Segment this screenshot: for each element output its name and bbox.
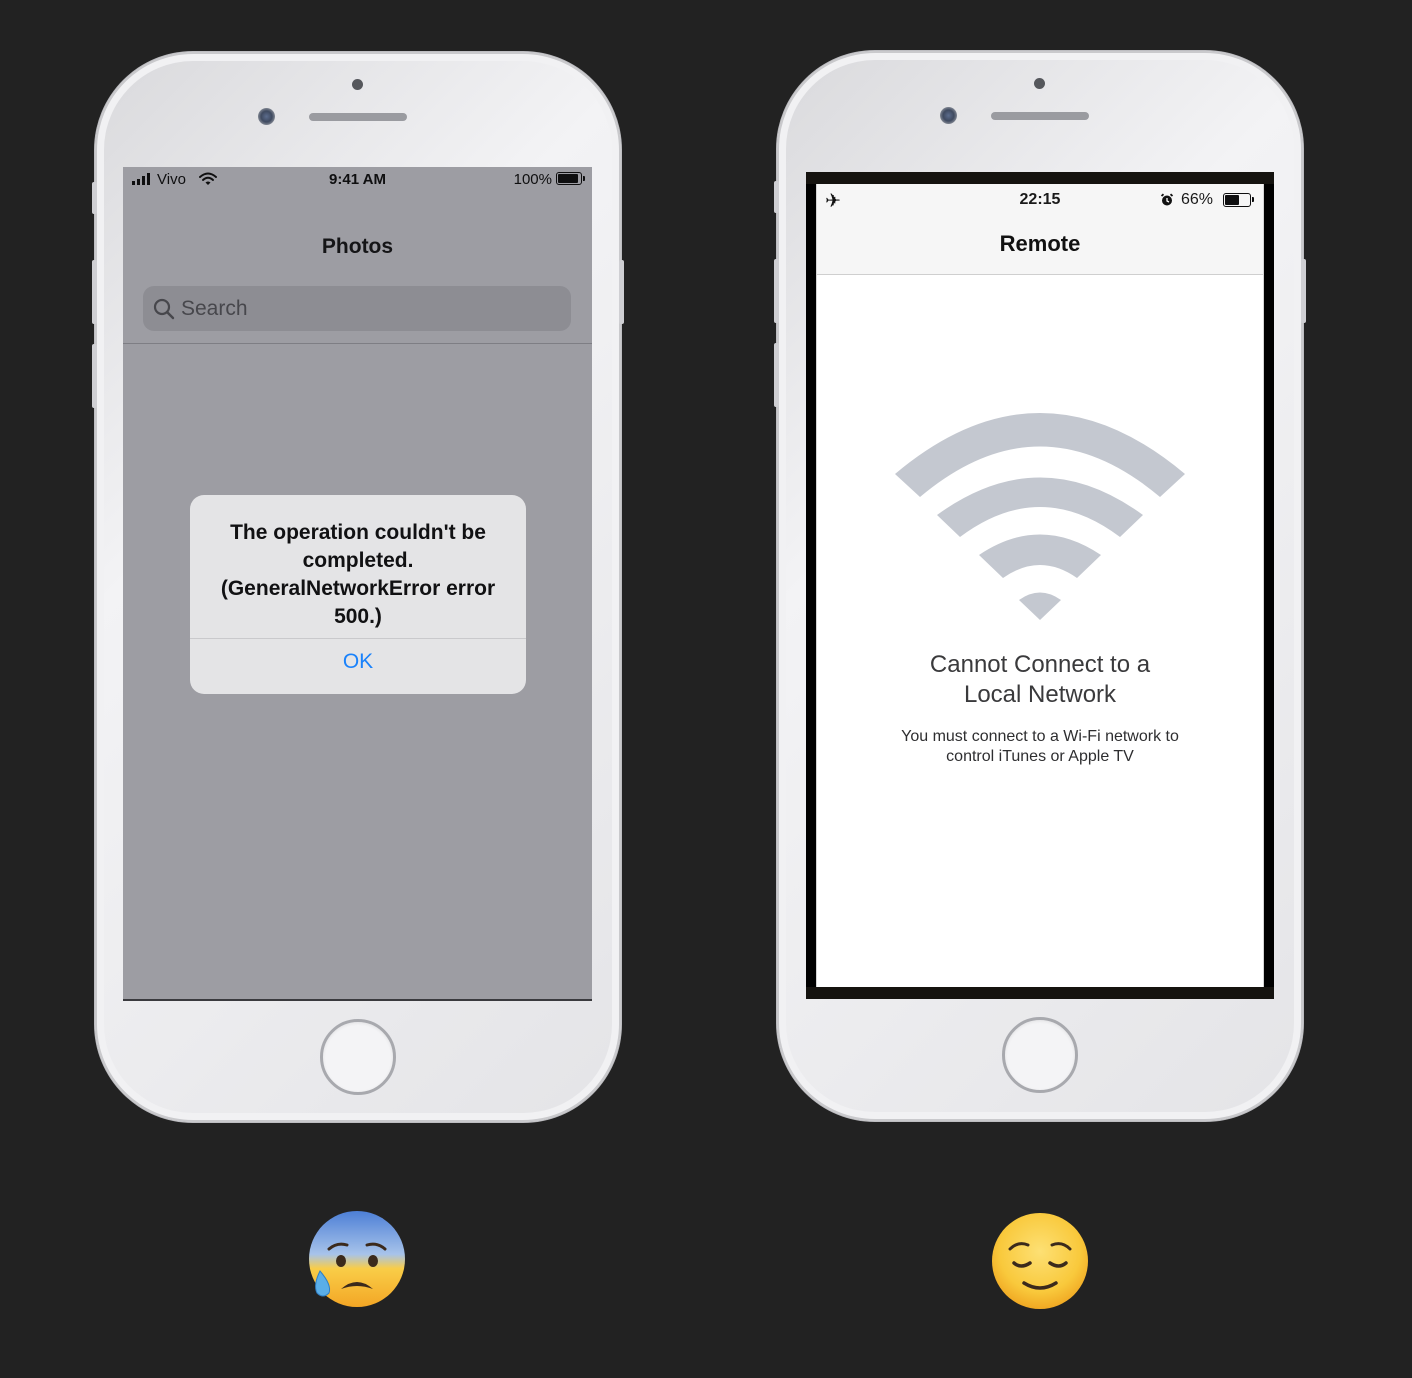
error-title: Cannot Connect to a Local Network xyxy=(929,651,1151,708)
left-phone: Vivo 9:41 AM 100% Photos Search The oper… xyxy=(92,52,624,1122)
battery-icon xyxy=(1223,193,1254,207)
left-screen: Vivo 9:41 AM 100% Photos Search The oper… xyxy=(123,167,592,1001)
home-button[interactable] xyxy=(1002,1017,1078,1093)
error-alert-dialog: The operation couldn't be completed. (Ge… xyxy=(190,495,526,694)
proximity-sensor xyxy=(352,79,363,90)
wifi-icon xyxy=(895,413,1185,620)
mute-switch xyxy=(92,182,97,214)
proximity-sensor xyxy=(1034,78,1045,89)
nav-divider xyxy=(123,343,592,344)
letterbox-bottom xyxy=(806,987,1274,999)
relieved-face-icon xyxy=(992,1213,1088,1309)
remote-app-content: ✈ 22:15 66% Remote Cannot Connect to a L… xyxy=(816,184,1264,987)
battery-percent: 100% xyxy=(513,171,552,188)
right-phone: ✈ 22:15 66% Remote Cannot Connect to a L… xyxy=(774,51,1306,1121)
power-button xyxy=(619,260,624,324)
search-placeholder: Search xyxy=(181,297,248,320)
volume-up-button xyxy=(774,259,779,323)
alert-divider xyxy=(190,638,526,639)
alert-ok-button[interactable]: OK xyxy=(190,650,526,684)
app-header: ✈ 22:15 66% Remote xyxy=(817,184,1263,275)
volume-up-button xyxy=(92,260,97,324)
screen-edge xyxy=(123,999,592,1001)
status-bar: Vivo 9:41 AM 100% xyxy=(123,167,592,191)
power-button xyxy=(1301,259,1306,323)
home-button[interactable] xyxy=(320,1019,396,1095)
volume-down-button xyxy=(92,344,97,408)
page-title: Photos xyxy=(321,235,394,258)
volume-down-button xyxy=(774,343,779,407)
alarm-icon xyxy=(1160,193,1174,206)
search-icon xyxy=(153,298,175,320)
anxious-face-with-sweat-icon xyxy=(309,1211,405,1307)
mute-switch xyxy=(774,181,779,213)
earpiece-speaker xyxy=(991,112,1089,120)
battery-percent: 66% xyxy=(1181,191,1214,208)
earpiece-speaker xyxy=(309,113,407,121)
alert-message: The operation couldn't be completed. (Ge… xyxy=(220,521,496,628)
right-screen: ✈ 22:15 66% Remote Cannot Connect to a L… xyxy=(806,172,1274,999)
letterbox-top xyxy=(806,172,1274,184)
search-input[interactable]: Search xyxy=(143,286,571,331)
error-message: You must connect to a Wi-Fi network to c… xyxy=(901,728,1179,765)
battery-icon xyxy=(556,172,585,185)
front-camera xyxy=(940,107,957,124)
page-title: Remote xyxy=(999,231,1081,256)
front-camera xyxy=(258,108,275,125)
